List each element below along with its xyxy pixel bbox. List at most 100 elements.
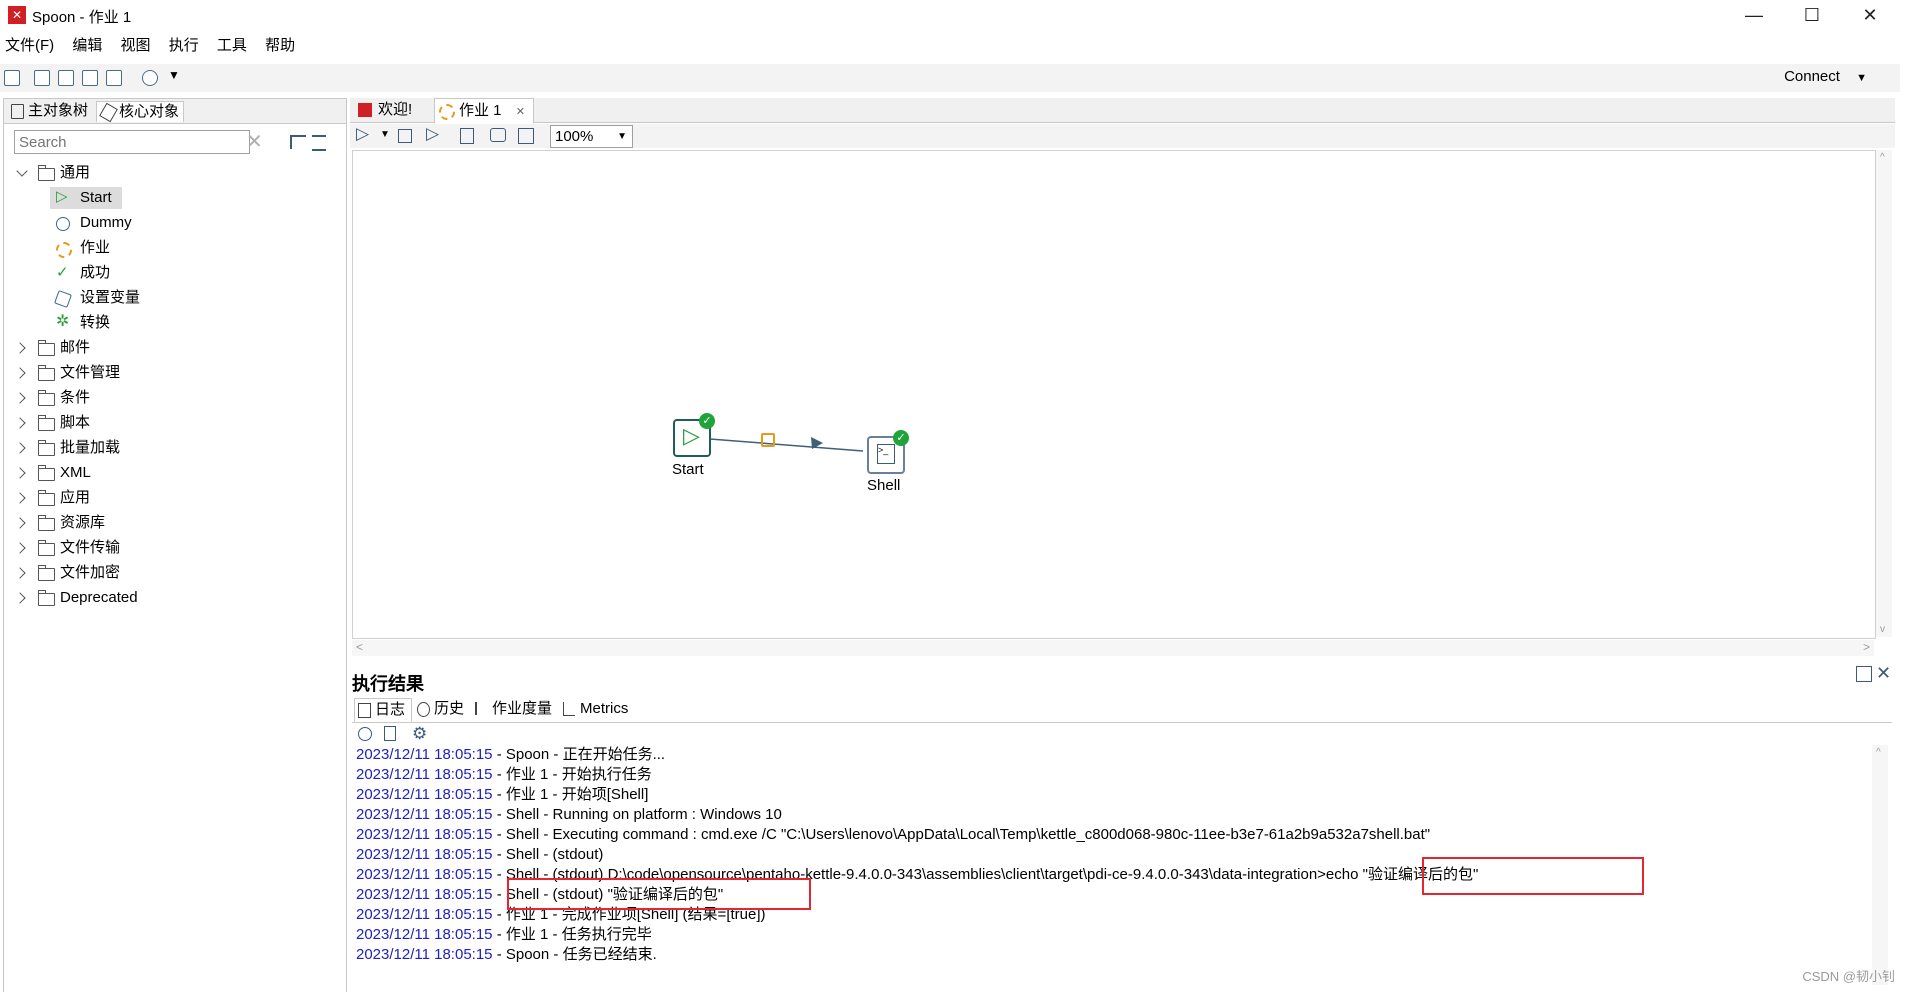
hop-start-shell[interactable] bbox=[709, 438, 864, 452]
chevron-right-icon bbox=[14, 567, 26, 579]
maximize-button[interactable]: ☐ bbox=[1792, 4, 1832, 26]
canvas-vertical-scrollbar[interactable]: ^ v bbox=[1876, 150, 1892, 637]
tree-folder-file-transfer[interactable]: 文件传输 bbox=[4, 537, 344, 559]
tree-folder-conditions[interactable]: 条件 bbox=[4, 387, 344, 409]
layers-dropdown-icon[interactable]: ▼ bbox=[168, 68, 180, 82]
tree-folder-general[interactable]: 通用 bbox=[4, 162, 344, 184]
tab-label: 欢迎! bbox=[378, 101, 413, 118]
trash-icon[interactable] bbox=[384, 726, 396, 741]
tab-metrics[interactable]: Metrics bbox=[560, 698, 634, 720]
zoom-select[interactable]: 100% ▼ bbox=[550, 125, 633, 148]
menu-run[interactable]: 执行 bbox=[169, 34, 199, 55]
tab-history[interactable]: 历史 bbox=[414, 698, 470, 720]
watermark: CSDN @韧小钊 bbox=[1802, 969, 1895, 984]
menu-help[interactable]: 帮助 bbox=[265, 34, 295, 55]
run-icon[interactable]: ▷ bbox=[356, 124, 369, 144]
minimize-button[interactable]: — bbox=[1734, 4, 1774, 26]
menu-view[interactable]: 视图 bbox=[121, 34, 151, 55]
expand-tree-icon[interactable] bbox=[312, 135, 326, 151]
replay-icon[interactable] bbox=[460, 128, 474, 144]
log-timestamp: 2023/12/11 18:05:15 bbox=[356, 946, 493, 963]
highlight-box-echo-command bbox=[1422, 857, 1644, 895]
tab-log[interactable]: 日志 bbox=[354, 698, 413, 722]
tab-core-objects[interactable]: 核心对象 bbox=[96, 101, 185, 123]
tab-label: 主对象树 bbox=[28, 102, 89, 119]
run-dropdown-icon[interactable]: ▼ bbox=[380, 129, 390, 140]
check-job-icon[interactable]: ▷ bbox=[426, 124, 439, 144]
layers-icon[interactable] bbox=[142, 70, 158, 86]
tree-folder-mail[interactable]: 邮件 bbox=[4, 337, 344, 359]
tree-folder-label: XML bbox=[60, 464, 91, 481]
close-tab-icon[interactable]: ✕ bbox=[516, 106, 525, 118]
sql-icon[interactable] bbox=[490, 128, 506, 142]
log-line: 2023/12/11 18:05:15 - 作业 1 - 任务执行完毕 bbox=[356, 925, 652, 945]
menu-tools[interactable]: 工具 bbox=[217, 34, 247, 55]
start-node-label: Start bbox=[672, 461, 704, 478]
tree-folder-label: 通用 bbox=[60, 164, 91, 181]
dummy-icon bbox=[56, 217, 70, 231]
tree-folder-utility[interactable]: 应用 bbox=[4, 487, 344, 509]
scroll-up-icon[interactable]: ^ bbox=[1876, 747, 1881, 758]
scroll-down-icon[interactable]: v bbox=[1880, 624, 1885, 635]
tree-folder-label: 邮件 bbox=[60, 339, 91, 356]
spoon-icon bbox=[358, 103, 372, 117]
menu-bar: 文件(F) 编辑 视图 执行 工具 帮助 bbox=[0, 34, 304, 56]
open-file-icon[interactable] bbox=[34, 70, 50, 86]
tab-welcome[interactable]: 欢迎! bbox=[354, 98, 420, 122]
tree-folder-bulk-loading[interactable]: 批量加载 bbox=[4, 437, 344, 459]
tab-main-object-tree[interactable]: 主对象树 bbox=[6, 101, 92, 121]
scroll-up-icon[interactable]: ^ bbox=[1880, 152, 1885, 163]
tree-folder-label: 文件传输 bbox=[60, 539, 121, 556]
collapse-tree-icon[interactable] bbox=[290, 135, 306, 149]
search-input[interactable] bbox=[14, 130, 250, 154]
log-line: 2023/12/11 18:05:15 - Spoon - 任务已经结束. bbox=[356, 945, 657, 965]
save-as-icon[interactable] bbox=[106, 70, 122, 86]
tree-folder-file-management[interactable]: 文件管理 bbox=[4, 362, 344, 384]
folder-icon bbox=[38, 365, 55, 381]
maximize-panel-icon[interactable] bbox=[1856, 666, 1872, 682]
tree-item-start[interactable]: ▷ Start bbox=[50, 187, 122, 209]
chevron-down-icon: ▼ bbox=[1856, 72, 1867, 84]
tree-folder-deprecated[interactable]: Deprecated bbox=[4, 587, 344, 609]
canvas-horizontal-scrollbar[interactable]: < > bbox=[352, 640, 1874, 656]
close-button[interactable]: ✕ bbox=[1850, 4, 1890, 26]
tree-item-label: 成功 bbox=[80, 264, 111, 281]
results-title: 执行结果 bbox=[352, 674, 424, 694]
scroll-right-icon[interactable]: > bbox=[1863, 640, 1870, 654]
start-icon: ▷ bbox=[683, 423, 700, 448]
tree-folder-xml[interactable]: XML bbox=[4, 462, 344, 484]
save-icon[interactable] bbox=[82, 70, 98, 86]
checkmark-icon: ✓ bbox=[56, 264, 69, 281]
explore-db-icon[interactable] bbox=[518, 128, 534, 144]
stop-log-icon[interactable] bbox=[358, 727, 372, 741]
log-timestamp: 2023/12/11 18:05:15 bbox=[356, 886, 493, 903]
log-message: - Shell - (stdout) bbox=[492, 846, 604, 863]
tab-job-metrics[interactable]: 作业度量 bbox=[472, 698, 558, 720]
folder-icon bbox=[38, 465, 55, 481]
close-panel-icon[interactable]: ✕ bbox=[1876, 663, 1891, 684]
menu-file[interactable]: 文件(F) bbox=[5, 34, 54, 55]
log-vertical-scrollbar[interactable]: ^ bbox=[1872, 745, 1888, 985]
scroll-left-icon[interactable]: < bbox=[356, 640, 363, 654]
new-file-icon[interactable] bbox=[4, 70, 20, 86]
main-toolbar: ▼ bbox=[0, 64, 1900, 92]
menu-edit[interactable]: 编辑 bbox=[72, 34, 102, 55]
explore-repository-icon[interactable] bbox=[58, 70, 74, 86]
lock-icon[interactable] bbox=[761, 433, 775, 447]
job-icon bbox=[56, 242, 72, 258]
job-canvas[interactable]: ▷ ✓ Start >_ ✓ Shell bbox=[352, 150, 1876, 639]
tree-folder-scripting[interactable]: 脚本 bbox=[4, 412, 344, 434]
gear-icon[interactable]: ⚙ bbox=[412, 724, 427, 744]
tab-job-1[interactable]: 作业 1 ✕ bbox=[434, 98, 534, 124]
clear-search-icon[interactable]: ✕ bbox=[246, 129, 263, 154]
set-variables-icon bbox=[54, 290, 72, 308]
stop-icon[interactable] bbox=[398, 129, 412, 143]
tree-folder-repository[interactable]: 资源库 bbox=[4, 512, 344, 534]
chevron-right-icon bbox=[14, 517, 26, 529]
chevron-right-icon bbox=[14, 367, 26, 379]
folder-icon bbox=[38, 515, 55, 531]
connect-button[interactable]: Connect ▼ bbox=[1784, 68, 1867, 85]
tree-folder-label: 脚本 bbox=[60, 414, 91, 431]
tab-label: 核心对象 bbox=[119, 103, 180, 120]
tree-folder-file-encryption[interactable]: 文件加密 bbox=[4, 562, 344, 584]
